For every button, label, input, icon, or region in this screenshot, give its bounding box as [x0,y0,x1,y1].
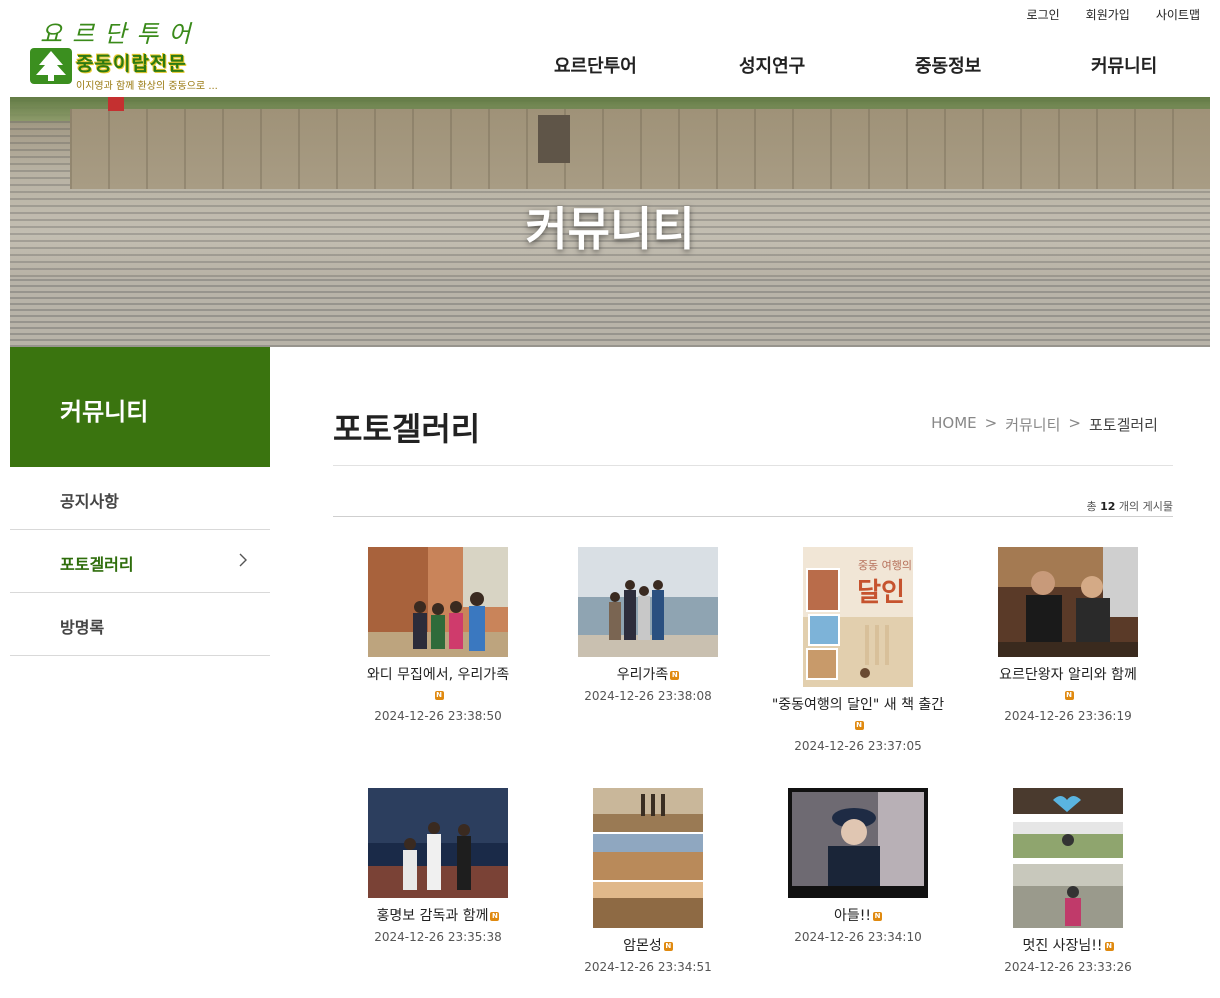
total-suffix: 개의 게시물 [1118,500,1173,513]
banner-stairs [10,277,1210,347]
logo-top-text: 요르단투어 [40,20,201,48]
breadcrumb-separator: > [1068,414,1081,432]
sub-visual-banner: 커뮤니티 [10,97,1210,347]
sidebar-title: 커뮤니티 [60,398,149,426]
thumbnail-image[interactable] [368,788,508,898]
thumbnail-image[interactable] [1013,788,1123,928]
banner-door [538,115,570,163]
gallery-item-title[interactable]: "중동여행의 달인" 새 책 출간N [753,695,963,735]
gallery-item-date: 2024-12-26 23:35:38 [374,930,502,944]
nav-community[interactable]: 커뮤니티 [1091,52,1157,78]
gallery-item-title[interactable]: 우리가족 N [543,665,753,685]
site-logo[interactable]: 요르단투어 중동이랍전문 이지영과 함께 환상의 중동으로 ... [30,14,220,92]
new-icon: N [1064,690,1074,700]
page-title: 포토겔러리 [333,410,481,448]
gallery-item-title[interactable]: 와디 무집에서, 우리가족 N [333,665,543,705]
title-divider [333,465,1173,466]
breadcrumb: HOME > 커뮤니티 > 포토겔러리 [931,414,1158,435]
gallery-item-date: 2024-12-26 23:33:26 [1004,960,1132,974]
new-icon: N [490,911,500,921]
breadcrumb-current: 포토겔러리 [1088,416,1158,434]
new-icon: N [663,941,673,951]
util-nav: 로그인 회원가입 사이트맵 [1027,6,1200,23]
gallery-item-date: 2024-12-26 23:36:19 [1004,709,1132,723]
gallery-item-date: 2024-12-26 23:38:50 [374,709,502,723]
chevron-right-icon [239,553,247,567]
gallery-item-title[interactable]: 아들!! N [753,906,963,926]
sidebar-menu: 공지사항 포토겔러리 방명록 [10,467,270,656]
gallery-item-title[interactable]: 암몬성 N [543,936,753,956]
total-count: 12 [1100,500,1116,513]
gallery-item-date: 2024-12-26 23:37:05 [794,739,922,753]
tree-icon [30,48,72,84]
gallery-item-date: 2024-12-26 23:38:08 [584,689,712,703]
gallery-item-date: 2024-12-26 23:34:10 [794,930,922,944]
sidebar-item-notice[interactable]: 공지사항 [10,467,270,530]
sitemap-link[interactable]: 사이트맵 [1156,6,1200,23]
gallery-item[interactable]: 멋진 사장님!! N 2024-12-26 23:33:26 [963,788,1173,974]
gallery-item-title[interactable]: 멋진 사장님!! N [963,936,1173,956]
gallery-item[interactable]: 홍명보 감독과 함께 N 2024-12-26 23:35:38 [333,788,543,944]
flag-icon [108,97,124,111]
site-header: 요르단투어 중동이랍전문 이지영과 함께 환상의 중동으로 ... 로그인 회원… [0,0,1220,97]
gallery-item[interactable]: 중동 여행의 달인 "중동여행의 달인" 새 책 출간N 2024-12-26 … [753,547,963,753]
banner-wall [70,109,1210,189]
new-icon: N [873,911,882,921]
breadcrumb-community[interactable]: 커뮤니티 [1005,414,1060,435]
sidebar-item-label: 포토겔러리 [60,555,134,574]
nav-mideast-info[interactable]: 중동정보 [915,52,981,78]
new-icon: N [670,670,680,680]
gallery-item[interactable]: 우리가족 N 2024-12-26 23:38:08 [543,547,753,703]
sidebar-item-label: 공지사항 [60,492,119,511]
nav-holy-land[interactable]: 성지연구 [739,52,805,78]
join-link[interactable]: 회원가입 [1086,6,1130,23]
post-total: 총 12 개의 게시물 [1086,498,1173,514]
logo-sub-text: 이지영과 함께 환상의 중동으로 ... [76,81,218,92]
total-prefix: 총 [1086,500,1097,513]
sidebar-item-label: 방명록 [60,618,105,637]
banner-title: 커뮤니티 [525,202,695,256]
gallery-item[interactable]: 암몬성 N 2024-12-26 23:34:51 [543,788,753,974]
gallery-item[interactable]: 아들!! N 2024-12-26 23:34:10 [753,788,963,944]
nav-jordan-tour[interactable]: 요르단투어 [554,52,637,78]
thumbnail-image[interactable] [368,547,508,657]
logo-main-text: 중동이랍전문 [76,53,187,75]
thumbnail-image[interactable] [578,547,718,657]
sidebar-title-box: 커뮤니티 [10,347,270,467]
gallery-item[interactable]: 와디 무집에서, 우리가족 N 2024-12-26 23:38:50 [333,547,543,723]
sidebar-item-photo-gallery[interactable]: 포토겔러리 [10,530,270,593]
thumbnail-image[interactable] [998,547,1138,657]
breadcrumb-separator: > [984,414,998,432]
main-nav: 요르단투어 성지연구 중동정보 커뮤니티 [520,52,1200,82]
list-divider [333,516,1173,517]
breadcrumb-home[interactable]: HOME [931,414,977,435]
new-icon: N [854,720,864,730]
sidebar-item-guestbook[interactable]: 방명록 [10,593,270,656]
book-cover-top-text: 중동 여행의 [858,559,912,572]
book-cover-big-text: 달인 [857,578,905,608]
thumbnail-image[interactable] [788,788,928,898]
book-cover-image[interactable]: 중동 여행의 달인 [803,547,913,687]
new-icon: N [1104,941,1114,951]
login-link[interactable]: 로그인 [1027,6,1060,23]
gallery-item-title[interactable]: 요르단왕자 알리와 함께 N [963,665,1173,705]
new-icon: N [434,690,444,700]
thumbnail-image[interactable] [593,788,703,928]
gallery-item-date: 2024-12-26 23:34:51 [584,960,712,974]
gallery-item[interactable]: 요르단왕자 알리와 함께 N 2024-12-26 23:36:19 [963,547,1173,723]
gallery-item-title[interactable]: 홍명보 감독과 함께 N [333,906,543,926]
